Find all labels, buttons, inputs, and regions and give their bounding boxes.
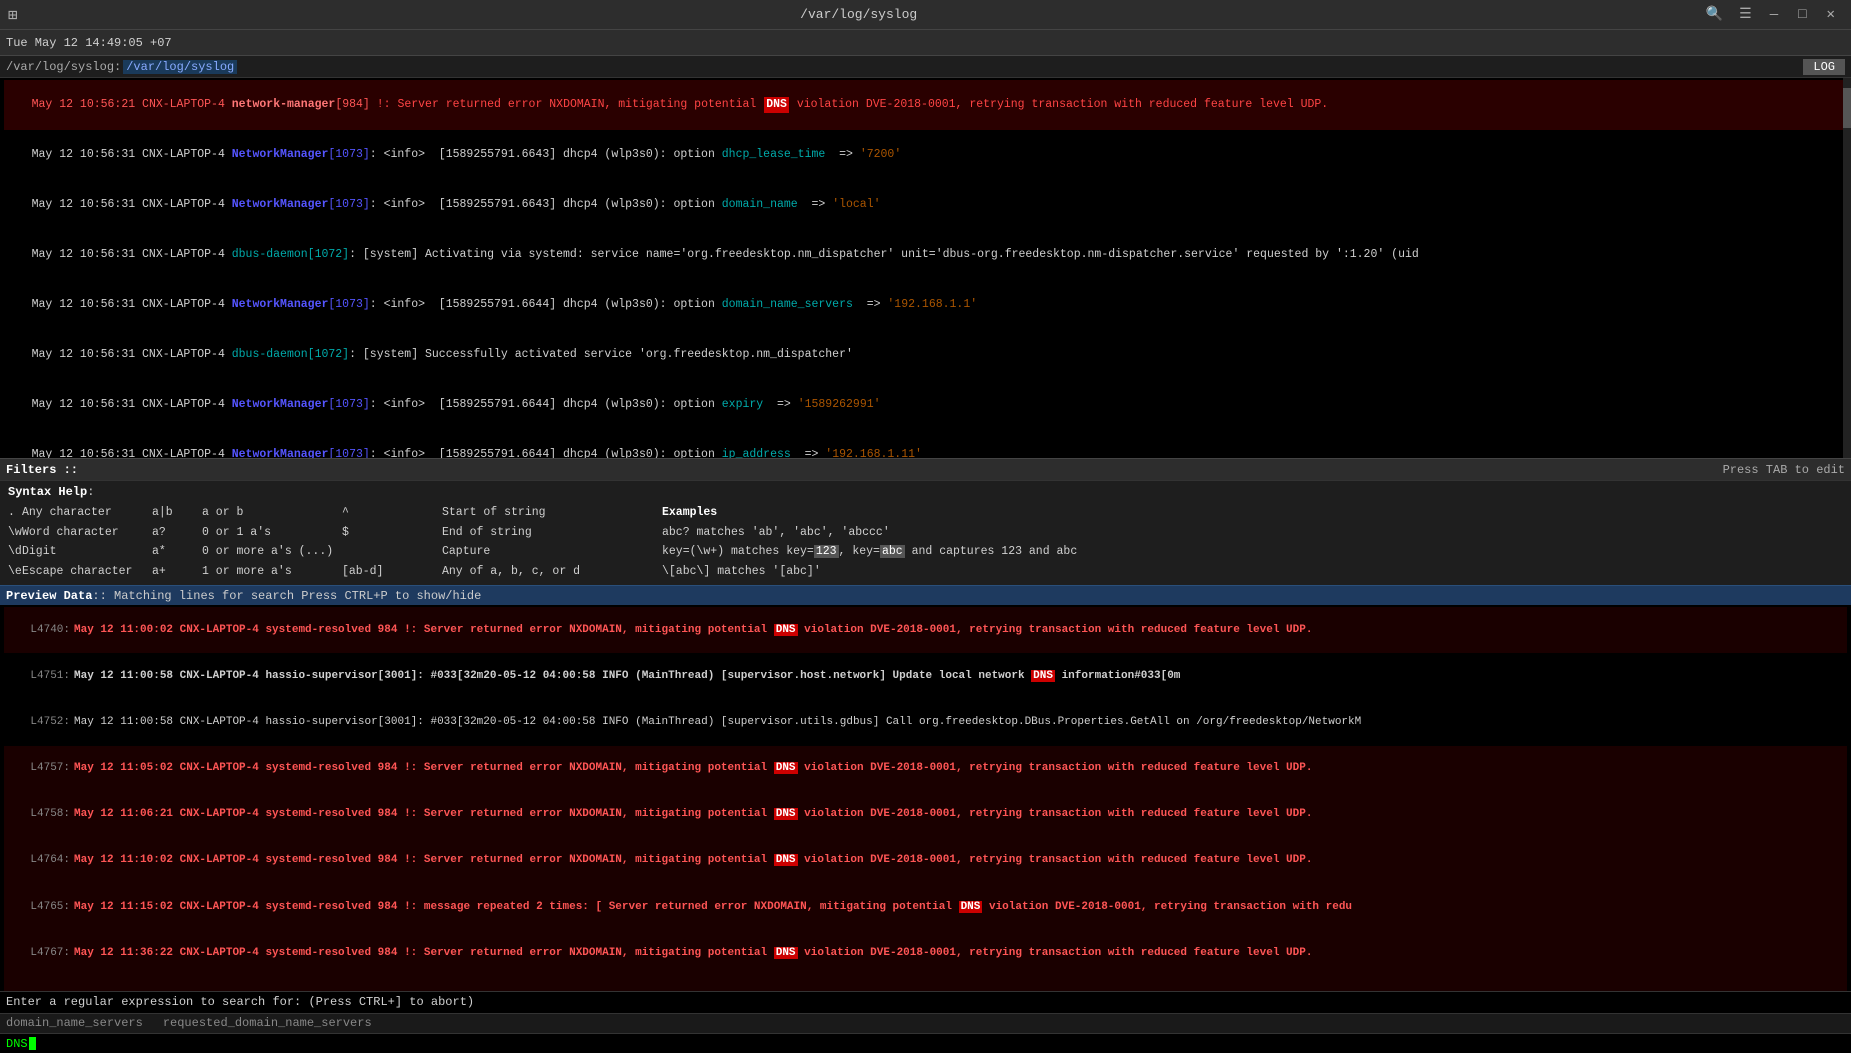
anchor-start: Start of string: [442, 503, 642, 523]
log-line: May 12 10:56:31 CNX-LAPTOP-4 dbus-daemon…: [4, 330, 1847, 380]
anchor-caret: ^: [342, 503, 442, 523]
ex-astar-desc: 0 or more a's (...): [202, 542, 342, 562]
symbol-dot: .: [8, 503, 22, 523]
log-line: May 12 10:56:31 CNX-LAPTOP-4 NetworkMana…: [4, 280, 1847, 330]
anchor-capture: Capture: [442, 542, 642, 562]
file-path-bar: /var/log/syslog: /var/log/syslog LOG: [0, 56, 1851, 78]
syntax-colon: :: [87, 485, 94, 499]
search-icon[interactable]: 🔍: [1700, 4, 1729, 25]
filters-label: Filters ::: [6, 463, 78, 477]
symbol-d: \d: [8, 542, 22, 562]
autocomplete-option-1[interactable]: domain_name_servers: [6, 1016, 143, 1031]
app-icon: ⊞: [8, 5, 18, 25]
preview-line: L4752:May 12 11:00:58 CNX-LAPTOP-4 hassi…: [4, 700, 1847, 746]
preview-line: L4778:May 12 11:20:02 CNX-LAPTOP-4 syste…: [4, 977, 1847, 991]
scrollbar-thumb[interactable]: [1843, 88, 1851, 128]
scrollbar[interactable]: [1843, 78, 1851, 458]
search-prompt: Enter a regular expression to search for…: [6, 995, 402, 1009]
toolbar: Tue May 12 14:49:05 +07: [0, 30, 1851, 56]
maximize-button[interactable]: □: [1790, 5, 1814, 25]
menu-icon[interactable]: ☰: [1733, 4, 1758, 25]
preview-line: L4751:May 12 11:00:58 CNX-LAPTOP-4 hassi…: [4, 653, 1847, 699]
example2-text: key=(\w+) matches key=123, key=abc and c…: [642, 542, 1843, 562]
log-line: May 12 10:56:31 CNX-LAPTOP-4 NetworkMana…: [4, 130, 1847, 180]
example1-text: abc? matches 'ab', 'abc', 'abccc': [642, 523, 1843, 543]
examples-title: Examples: [642, 503, 1843, 523]
ex-aq: a?: [152, 523, 202, 543]
preview-line: L4740:May 12 11:00:02 CNX-LAPTOP-4 syste…: [4, 607, 1847, 653]
preview-bar: Preview Data :: Matching lines for searc…: [0, 585, 1851, 605]
search-bar: Enter a regular expression to search for…: [0, 991, 1851, 1013]
preview-label: Preview Data: [6, 589, 92, 603]
ex-ab: a|b: [152, 503, 202, 523]
autocomplete-option-2[interactable]: requested_domain_name_servers: [163, 1016, 372, 1031]
ex-aplus-desc: 1 or more a's: [202, 562, 342, 582]
log-line: May 12 10:56:31 CNX-LAPTOP-4 NetworkMana…: [4, 380, 1847, 430]
log-line: May 12 10:56:31 CNX-LAPTOP-4 NetworkMana…: [4, 430, 1847, 458]
log-content: May 12 10:56:21 CNX-LAPTOP-4 network-man…: [0, 78, 1851, 458]
minimize-button[interactable]: —: [1762, 5, 1786, 25]
filters-bar: Filters :: Press TAB to edit: [0, 458, 1851, 480]
preview-line: L4764:May 12 11:10:02 CNX-LAPTOP-4 syste…: [4, 838, 1847, 884]
desc-any: Any character: [22, 503, 152, 523]
syntax-help-title: Syntax Help: [8, 485, 87, 499]
press-tab-label: Press TAB to edit: [1723, 463, 1845, 477]
autocomplete-bar: domain_name_servers requested_domain_nam…: [0, 1013, 1851, 1033]
close-button[interactable]: ✕: [1819, 4, 1843, 25]
log-line: May 12 10:56:31 CNX-LAPTOP-4 dbus-daemon…: [4, 230, 1847, 280]
log-button[interactable]: LOG: [1803, 59, 1845, 75]
search-suffix: to abort): [402, 995, 474, 1009]
window-title: /var/log/syslog: [800, 7, 917, 22]
desc-escape: Escape character: [22, 562, 152, 582]
anchor-empty: [342, 542, 442, 562]
input-prompt: DNS: [6, 1037, 28, 1051]
desc-word: Word character: [22, 523, 152, 543]
input-bar[interactable]: DNS: [0, 1033, 1851, 1053]
preview-content: L4740:May 12 11:00:02 CNX-LAPTOP-4 syste…: [0, 605, 1851, 991]
anchor-bracket: [ab-d]: [342, 562, 442, 582]
date-label: Tue May 12 14:49:05 +07: [6, 36, 172, 50]
preview-line: L4765:May 12 11:15:02 CNX-LAPTOP-4 syste…: [4, 884, 1847, 930]
log-line: May 12 10:56:21 CNX-LAPTOP-4 network-man…: [4, 80, 1847, 130]
syntax-help: Syntax Help : . Any character a|b a or b…: [0, 480, 1851, 585]
text-cursor: [29, 1037, 36, 1050]
anchor-dollar: $: [342, 523, 442, 543]
log-line: May 12 10:56:31 CNX-LAPTOP-4 NetworkMana…: [4, 180, 1847, 230]
preview-line: L4767:May 12 11:36:22 CNX-LAPTOP-4 syste…: [4, 930, 1847, 976]
file-path-highlight: /var/log/syslog: [123, 60, 237, 74]
preview-line: L4757:May 12 11:05:02 CNX-LAPTOP-4 syste…: [4, 746, 1847, 792]
desc-digit: Digit: [22, 542, 152, 562]
anchor-end: End of string: [442, 523, 642, 543]
ex-aplus: a+: [152, 562, 202, 582]
example3-text: \[abc\] matches '[abc]': [642, 562, 1843, 582]
symbol-w: \w: [8, 523, 22, 543]
symbol-e: \e: [8, 562, 22, 582]
preview-line: L4758:May 12 11:06:21 CNX-LAPTOP-4 syste…: [4, 792, 1847, 838]
file-path-label: /var/log/syslog:: [6, 60, 121, 74]
ex-aq-desc: 0 or 1 a's: [202, 523, 342, 543]
preview-desc: :: Matching lines for search Press CTRL+…: [92, 589, 481, 603]
ex-astar: a*: [152, 542, 202, 562]
anchor-any-of: Any of a, b, c, or d: [442, 562, 642, 582]
title-bar: ⊞ /var/log/syslog 🔍 ☰ — □ ✕: [0, 0, 1851, 30]
ex-ab-desc: a or b: [202, 503, 342, 523]
